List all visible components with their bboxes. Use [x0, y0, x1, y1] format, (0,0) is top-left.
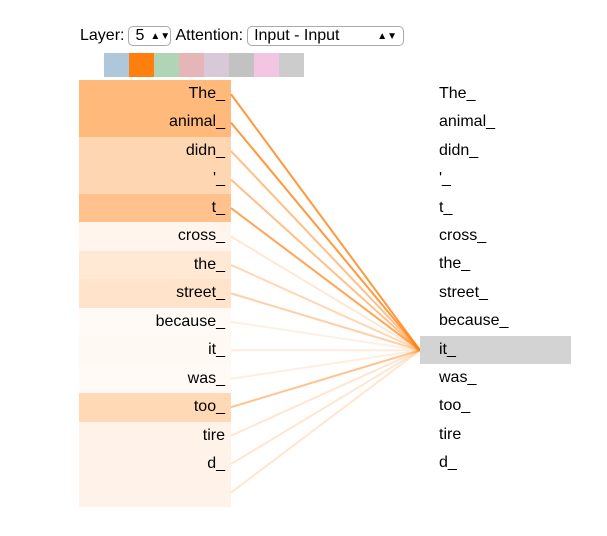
attention-line — [230, 264, 421, 352]
attention-line — [230, 349, 421, 465]
left-token[interactable]: too_ — [79, 393, 231, 422]
right-token[interactable]: because_ — [420, 307, 571, 335]
attention-line — [230, 150, 421, 351]
left-token[interactable]: it_ — [79, 336, 231, 365]
attention-line — [230, 235, 421, 352]
right-token[interactable]: cross_ — [420, 222, 571, 250]
left-token[interactable]: animal_ — [79, 108, 231, 137]
left-token[interactable]: didn_ — [79, 136, 231, 166]
attention-line — [230, 122, 421, 351]
left-token[interactable]: tire — [79, 421, 231, 451]
attention-line — [230, 349, 421, 409]
attention-line — [230, 349, 421, 494]
right-token[interactable]: The_ — [420, 80, 571, 108]
attention-line — [230, 320, 421, 352]
attention-line — [230, 349, 421, 437]
left-token[interactable]: because_ — [79, 307, 231, 337]
left-tokens: The_ animal_ didn_ '_ t_ cross_ the_ street_ bec… — [79, 80, 231, 508]
left-token[interactable]: d_ — [79, 450, 231, 479]
attention-line — [230, 207, 421, 352]
right-token[interactable]: street_ — [420, 279, 571, 307]
right-token[interactable]: t_ — [420, 194, 571, 222]
left-token[interactable]: the_ — [79, 250, 231, 280]
left-token[interactable]: t_ — [79, 193, 231, 223]
left-token[interactable]: cross_ — [79, 222, 231, 251]
left-token[interactable]: The_ — [79, 80, 231, 109]
attention-line — [230, 349, 421, 380]
attention-line — [230, 178, 421, 352]
right-tokens: The_ animal_ didn_ '_ t_ cross_ the_ street_ bec… — [420, 80, 571, 477]
right-token[interactable]: too_ — [420, 392, 571, 420]
left-token[interactable] — [79, 478, 231, 508]
right-token[interactable]: '_ — [420, 165, 571, 193]
attention-line — [230, 93, 421, 351]
right-token[interactable]: it_ — [420, 335, 571, 364]
right-token[interactable]: didn_ — [420, 137, 571, 165]
right-token[interactable]: tire — [420, 421, 571, 449]
left-token[interactable]: street_ — [79, 279, 231, 308]
right-token[interactable]: was_ — [420, 364, 571, 392]
right-token[interactable]: d_ — [420, 449, 571, 477]
left-token[interactable]: was_ — [79, 364, 231, 394]
left-token[interactable]: '_ — [79, 165, 231, 194]
right-token[interactable]: animal_ — [420, 108, 571, 136]
right-token[interactable]: the_ — [420, 250, 571, 278]
